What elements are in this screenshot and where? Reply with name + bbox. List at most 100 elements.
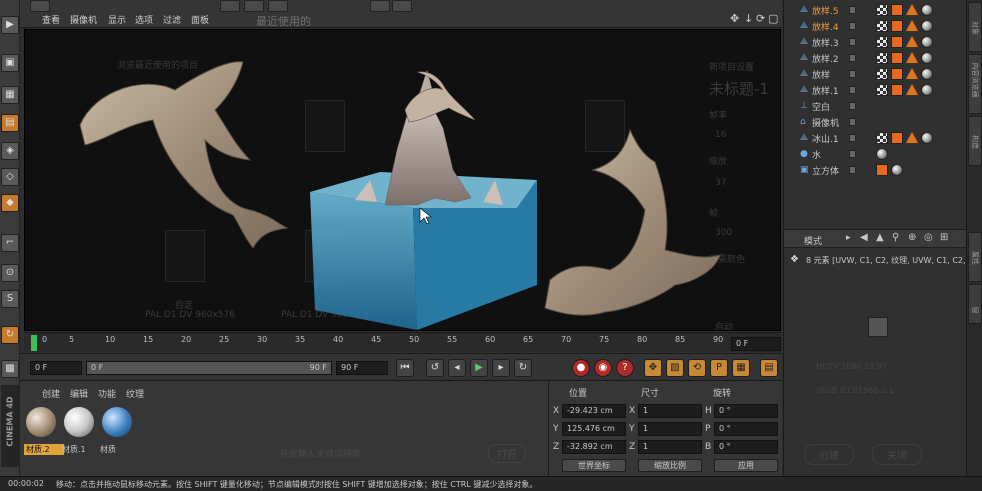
visibility-toggle[interactable]	[849, 102, 856, 110]
position-x-field[interactable]: -29.423 cm	[562, 404, 626, 418]
material-tag-icon[interactable]	[891, 84, 903, 96]
material-tag-icon[interactable]	[891, 36, 903, 48]
menu-view[interactable]: 查看	[42, 13, 60, 26]
visibility-toggle[interactable]	[849, 86, 856, 94]
object-name[interactable]: 水	[812, 148, 821, 161]
go-to-start-icon[interactable]: ⏮	[396, 359, 414, 377]
material-tag-icon[interactable]	[891, 68, 903, 80]
whale-left-model[interactable]	[79, 61, 289, 249]
step-forward-icon[interactable]: ▸	[492, 359, 510, 377]
object-row[interactable]: ⟁ 放样	[784, 66, 967, 82]
arrow-right-icon[interactable]: ▸	[846, 233, 851, 243]
undo-icon[interactable]	[30, 0, 50, 12]
material-tag-icon[interactable]	[876, 132, 888, 144]
material-tag-icon[interactable]	[891, 20, 903, 32]
menu-camera[interactable]: 摄像机	[70, 13, 97, 26]
material-tag-icon[interactable]	[891, 4, 903, 16]
visibility-toggle[interactable]	[849, 166, 856, 174]
material-menu-edit[interactable]: 编辑	[70, 387, 88, 400]
material-thumb[interactable]: 材质.1	[62, 405, 96, 454]
object-name[interactable]: 立方体	[812, 164, 839, 177]
size-y-field[interactable]: 1	[638, 422, 702, 436]
object-axis-icon[interactable]: ▤	[1, 114, 19, 132]
material-menu-create[interactable]: 创建	[42, 387, 60, 400]
object-row[interactable]: ⟁ 放样.1	[784, 82, 967, 98]
whale-small-model[interactable]	[404, 71, 476, 123]
next-key-icon[interactable]: ↻	[514, 359, 532, 377]
material-tag-icon[interactable]	[906, 20, 918, 31]
material-tag-icon[interactable]	[921, 4, 933, 16]
lock-icon[interactable]: ↻	[1, 326, 19, 344]
material-tag-icon[interactable]	[921, 84, 933, 96]
menu-display[interactable]: 显示	[108, 13, 126, 26]
param-key-icon[interactable]: P	[710, 359, 728, 377]
timeline-window-icon[interactable]: ▤	[760, 359, 778, 377]
material-tag-icon[interactable]	[906, 68, 918, 79]
object-name[interactable]: 放样.3	[812, 36, 839, 49]
material-tag-icon[interactable]	[876, 68, 888, 80]
rotate-key-icon[interactable]: ⟲	[688, 359, 706, 377]
visibility-toggle[interactable]	[849, 134, 856, 142]
move-tool-icon[interactable]	[220, 0, 240, 12]
maximize-view-icon[interactable]: ▢	[768, 12, 778, 25]
pin-icon[interactable]: ⚲	[892, 232, 899, 243]
menu-panel[interactable]: 面板	[191, 13, 209, 26]
side-tab-attributes[interactable]: 属性	[968, 232, 982, 282]
object-row[interactable]: ⟁ 放样.2	[784, 50, 967, 66]
frame-range-slider[interactable]: 0 F 90 F	[86, 361, 332, 375]
object-row[interactable]: ⊥ 空白	[784, 98, 967, 114]
rotate-view-icon[interactable]: ⟳	[756, 12, 765, 25]
polygons-mode-icon[interactable]: ◆	[1, 194, 19, 212]
soft-selection-icon[interactable]: S	[1, 290, 19, 308]
position-y-field[interactable]: 125.476 cm	[562, 422, 626, 436]
points-mode-icon[interactable]: ◈	[1, 142, 19, 160]
material-tag-icon[interactable]	[876, 52, 888, 64]
workplane-icon[interactable]: ⌐	[1, 234, 19, 252]
object-row[interactable]: ▣ 立方体	[784, 162, 967, 178]
playhead[interactable]	[31, 335, 37, 351]
position-z-field[interactable]: -32.892 cm	[562, 440, 626, 454]
menu-options[interactable]: 选项	[135, 13, 153, 26]
material-tag-icon[interactable]	[876, 164, 888, 176]
object-name[interactable]: 放样.1	[812, 84, 839, 97]
visibility-toggle[interactable]	[849, 38, 856, 46]
coordinate-system-dropdown[interactable]: 世界坐标	[562, 459, 626, 472]
menu-filter[interactable]: 过滤	[163, 13, 181, 26]
material-tag-icon[interactable]	[906, 4, 918, 15]
material-tag-icon[interactable]	[891, 164, 903, 176]
side-tab-objects[interactable]: 对象	[968, 2, 982, 52]
current-frame-field[interactable]: 0 F	[731, 337, 781, 351]
material-tag-icon[interactable]	[876, 84, 888, 96]
object-name[interactable]: 放样.5	[812, 4, 839, 17]
material-tag-icon[interactable]	[921, 132, 933, 144]
scale-key-icon[interactable]: ▨	[666, 359, 684, 377]
material-tag-icon[interactable]	[891, 132, 903, 144]
end-frame-field[interactable]: 90 F	[336, 361, 388, 375]
autokey-icon[interactable]: ◉	[594, 359, 612, 377]
object-row[interactable]: ⟁ 放样.5	[784, 2, 967, 18]
pan-view-icon[interactable]: ✥	[730, 12, 739, 25]
material-tag-icon[interactable]	[906, 84, 918, 95]
whale-right-model[interactable]	[544, 128, 721, 316]
object-row[interactable]: ⌂ 摄像机	[784, 114, 967, 130]
zoom-view-icon[interactable]: ↓	[744, 12, 753, 25]
lock-view-icon[interactable]: ◎	[924, 232, 933, 243]
previous-key-icon[interactable]: ↺	[426, 359, 444, 377]
size-x-field[interactable]: 1	[638, 404, 702, 418]
object-row[interactable]: ⟁ 放样.4	[784, 18, 967, 34]
material-tag-icon[interactable]	[876, 36, 888, 48]
object-name[interactable]: 放样	[812, 68, 830, 81]
search-icon[interactable]: ⊞	[940, 232, 948, 243]
start-frame-field[interactable]: 0 F	[30, 361, 82, 375]
play-icon[interactable]: ▶	[470, 359, 488, 377]
up-arrow-icon[interactable]: ▲	[876, 232, 884, 243]
material-tag-icon[interactable]	[906, 132, 918, 143]
rotation-b-field[interactable]: 0 °	[714, 440, 778, 454]
material-tag-icon[interactable]	[876, 4, 888, 16]
edges-mode-icon[interactable]: ◇	[1, 168, 19, 186]
scale-tool-icon[interactable]	[268, 0, 288, 12]
new-view-icon[interactable]: ⊕	[908, 232, 916, 243]
object-row[interactable]: ● 水	[784, 146, 967, 162]
render-region-icon[interactable]	[370, 0, 390, 12]
color-swatch[interactable]	[868, 317, 888, 337]
